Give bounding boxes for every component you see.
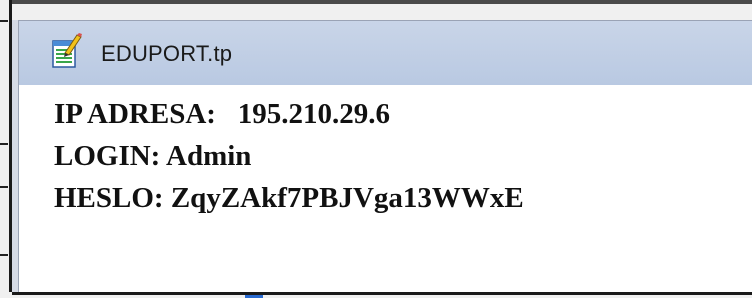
password-line: HESLO: ZqyZAkf7PBJVga13WWxE <box>54 177 524 219</box>
ip-address-line: IP ADRESA: 195.210.29.6 <box>54 93 524 135</box>
bottom-border <box>12 292 752 295</box>
window-title: EDUPORT.tp <box>101 41 233 66</box>
notepad-window[interactable]: EDUPORT.tp IP ADRESA: 195.210.29.6 LOGIN… <box>18 20 752 295</box>
notepad-pencil-icon[interactable] <box>51 33 83 69</box>
ip-address-value: 195.210.29.6 <box>237 98 390 130</box>
password-value: ZqyZAkf7PBJVga13WWxE <box>170 182 524 214</box>
login-line: LOGIN: Admin <box>54 135 524 177</box>
ip-address-label: IP ADRESA: <box>54 98 216 130</box>
login-value: Admin <box>166 140 252 172</box>
ruler-tick <box>0 143 8 145</box>
password-label: HESLO: <box>54 182 164 214</box>
screenshot-stage: EDUPORT.tp IP ADRESA: 195.210.29.6 LOGIN… <box>0 0 752 298</box>
ruler-tick <box>0 254 8 256</box>
document-content[interactable]: IP ADRESA: 195.210.29.6 LOGIN: Admin HES… <box>54 93 524 219</box>
ruler-tick <box>0 186 8 188</box>
ruler-tick <box>0 20 8 22</box>
title-bar[interactable]: EDUPORT.tp <box>19 21 752 85</box>
login-label: LOGIN: <box>54 140 161 172</box>
